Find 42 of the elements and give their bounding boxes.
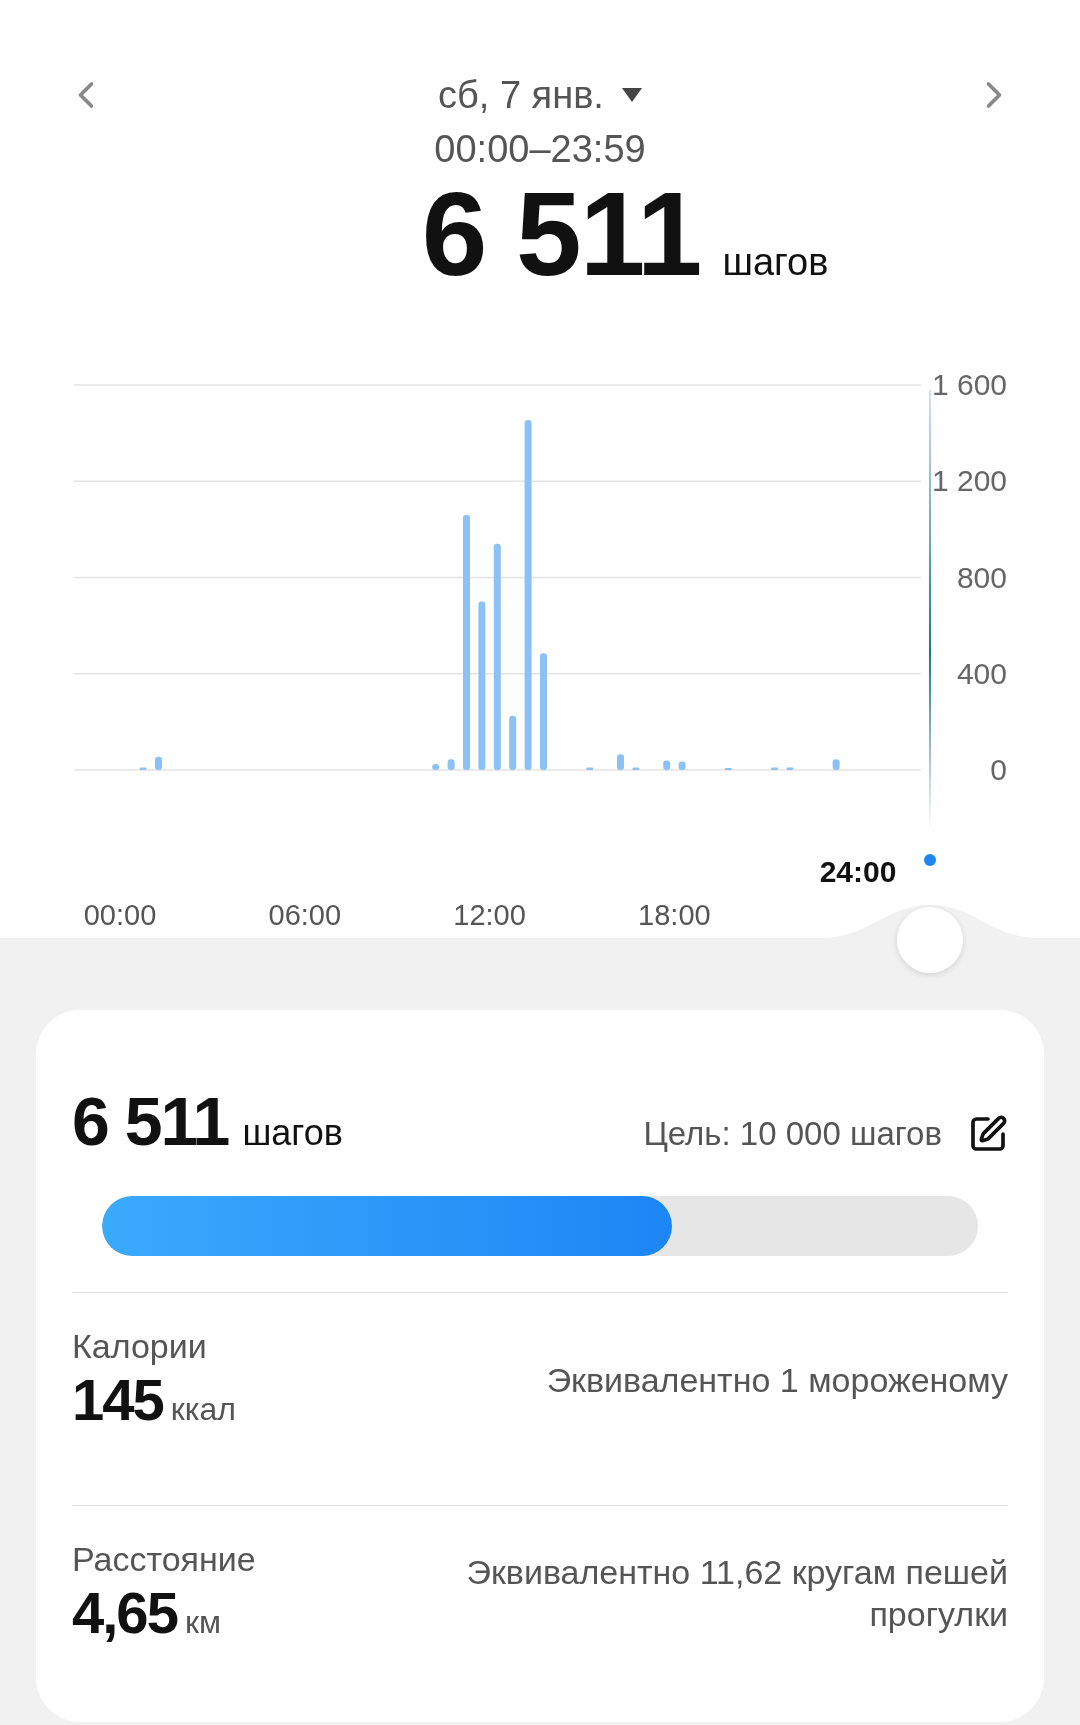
stat-unit: ккал — [170, 1391, 236, 1428]
chart-bar — [139, 767, 147, 770]
stat-note: Эквивалентно 1 мороженому — [546, 1359, 1008, 1401]
stat-label: Калории — [72, 1327, 208, 1366]
chart-bar — [632, 767, 640, 770]
slider-handle[interactable] — [897, 907, 963, 973]
axis-label: 1 600 — [931, 368, 1007, 401]
edit-icon[interactable] — [968, 1114, 1008, 1154]
chart-bar — [447, 759, 455, 770]
chart-bar — [586, 767, 594, 770]
date-selector[interactable]: сб, 7 янв. — [438, 73, 642, 117]
cursor-label: 24:00 — [819, 855, 897, 888]
axis-label: 800 — [956, 560, 1007, 594]
chart-bar — [678, 761, 686, 770]
axis-label: 400 — [956, 656, 1007, 690]
chart-bar — [771, 767, 778, 770]
steps-unit: шагов — [242, 1112, 343, 1153]
goal-text: Цель: 10 000 шагов — [643, 1115, 942, 1153]
caret-icon — [621, 88, 642, 102]
steps-count: 6 511 — [72, 1083, 229, 1159]
cursor-dot — [924, 854, 936, 866]
stat-value: 4,65 — [72, 1579, 177, 1646]
chart-bar — [663, 760, 671, 770]
time-range: 00:00–23:59 — [434, 128, 646, 171]
chart-bar — [155, 756, 162, 770]
chart-bar — [432, 764, 440, 770]
axis-label: 12:00 — [453, 899, 526, 931]
chart-bar — [832, 759, 840, 770]
axis-label: 00:00 — [83, 899, 157, 931]
chart-bar — [617, 754, 624, 770]
chart-bar — [786, 767, 794, 770]
axis-label: 18:00 — [638, 899, 711, 931]
stat-value: 145 — [72, 1366, 163, 1433]
stat-note: Эквивалентно 11,62 кругам пешей прогулки — [465, 1551, 1008, 1635]
stat-unit: км — [184, 1604, 221, 1641]
axis-label: 0 — [990, 753, 1007, 786]
stat-label: Расстояние — [72, 1540, 256, 1579]
steps-unit: шагов — [722, 241, 829, 284]
total-steps: 6 511 — [421, 173, 701, 297]
axis-label: 1 200 — [931, 464, 1007, 498]
axis-label: 06:00 — [268, 899, 342, 931]
chart-bar — [509, 715, 517, 770]
